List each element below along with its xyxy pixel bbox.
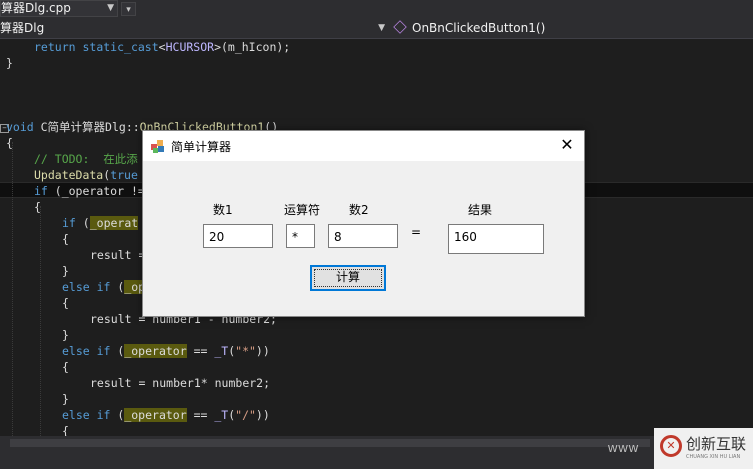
tab-dropdown-icon[interactable]: ▾ — [121, 2, 136, 16]
calculate-button[interactable]: 计算 — [310, 265, 386, 291]
method-scope-dropdown[interactable]: OnBnClickedButton1() — [392, 19, 753, 37]
code-line: result = — [90, 248, 146, 262]
app-icon — [151, 140, 164, 153]
code-line: UpdateData(true — [34, 168, 138, 182]
watermark-logo-box: ✕ 创新互联 CHUANG XIN HU LIAN — [654, 428, 753, 469]
code-line: } — [62, 392, 69, 406]
navigation-bar: 算器Dlg ▼ OnBnClickedButton1() — [0, 18, 753, 39]
close-icon: ✕ — [560, 135, 574, 154]
num1-label: 数1 — [213, 203, 233, 217]
indent-guide — [40, 206, 41, 436]
class-scope-label: 算器Dlg — [0, 21, 45, 35]
document-tab-bar: 算器Dlg.cpp ▼ ▾ — [0, 0, 753, 19]
equals-sign: = — [411, 225, 422, 239]
num2-input[interactable]: 8 — [328, 224, 398, 248]
code-line: } — [6, 56, 13, 70]
code-line: // TODO: 在此添 — [34, 152, 138, 166]
watermark: www ✕ 创新互联 CHUANG XIN HU LIAN — [600, 428, 753, 469]
code-line: if (_operat — [62, 216, 139, 230]
code-line: { — [62, 360, 69, 374]
result-output[interactable]: 160 — [448, 224, 544, 254]
watermark-subtitle: CHUANG XIN HU LIAN — [686, 454, 741, 460]
code-line: } — [62, 264, 69, 278]
indent-guide — [12, 142, 13, 436]
code-line: return static_cast<HCURSOR>(m_hIcon); — [34, 40, 291, 54]
calculator-dialog: 简单计算器 ✕ 数1 运算符 数2 结果 20 * 8 = 160 计算 — [142, 130, 585, 317]
brand-logo-icon: ✕ — [660, 435, 682, 457]
dialog-title: 简单计算器 — [171, 140, 232, 154]
code-line: { — [62, 232, 69, 246]
code-line: { — [62, 296, 69, 310]
code-line: } — [62, 328, 69, 342]
dialog-titlebar[interactable]: 简单计算器 ✕ — [143, 131, 584, 161]
operator-label: 运算符 — [284, 203, 321, 217]
file-tab[interactable]: 算器Dlg.cpp ▼ — [0, 0, 118, 17]
file-tab-label: 算器Dlg.cpp — [1, 1, 71, 15]
method-scope-label: OnBnClickedButton1() — [412, 21, 546, 35]
watermark-brand: 创新互联 — [686, 435, 747, 453]
operator-input[interactable]: * — [286, 224, 315, 248]
code-line: { — [34, 200, 41, 214]
scrollbar-thumb[interactable] — [10, 439, 650, 447]
code-line: else if (_op — [62, 280, 146, 294]
chevron-down-icon[interactable]: ▼ — [378, 19, 385, 37]
focus-rect — [314, 269, 382, 287]
close-button[interactable]: ✕ — [550, 131, 584, 161]
code-line: else if (_operator == _T("/")) — [62, 408, 270, 422]
watermark-www: www — [608, 440, 640, 455]
code-line: if (_operator != — [34, 184, 145, 198]
code-line: else if (_operator == _T("*")) — [62, 344, 270, 358]
code-line: result = number1* number2; — [90, 376, 271, 390]
method-icon — [393, 20, 407, 34]
num2-label: 数2 — [349, 203, 369, 217]
result-label: 结果 — [468, 203, 493, 217]
chevron-down-icon[interactable]: ▼ — [107, 1, 114, 16]
num1-input[interactable]: 20 — [203, 224, 273, 248]
code-line: { — [6, 136, 13, 150]
class-scope-dropdown[interactable]: 算器Dlg ▼ — [0, 19, 388, 37]
